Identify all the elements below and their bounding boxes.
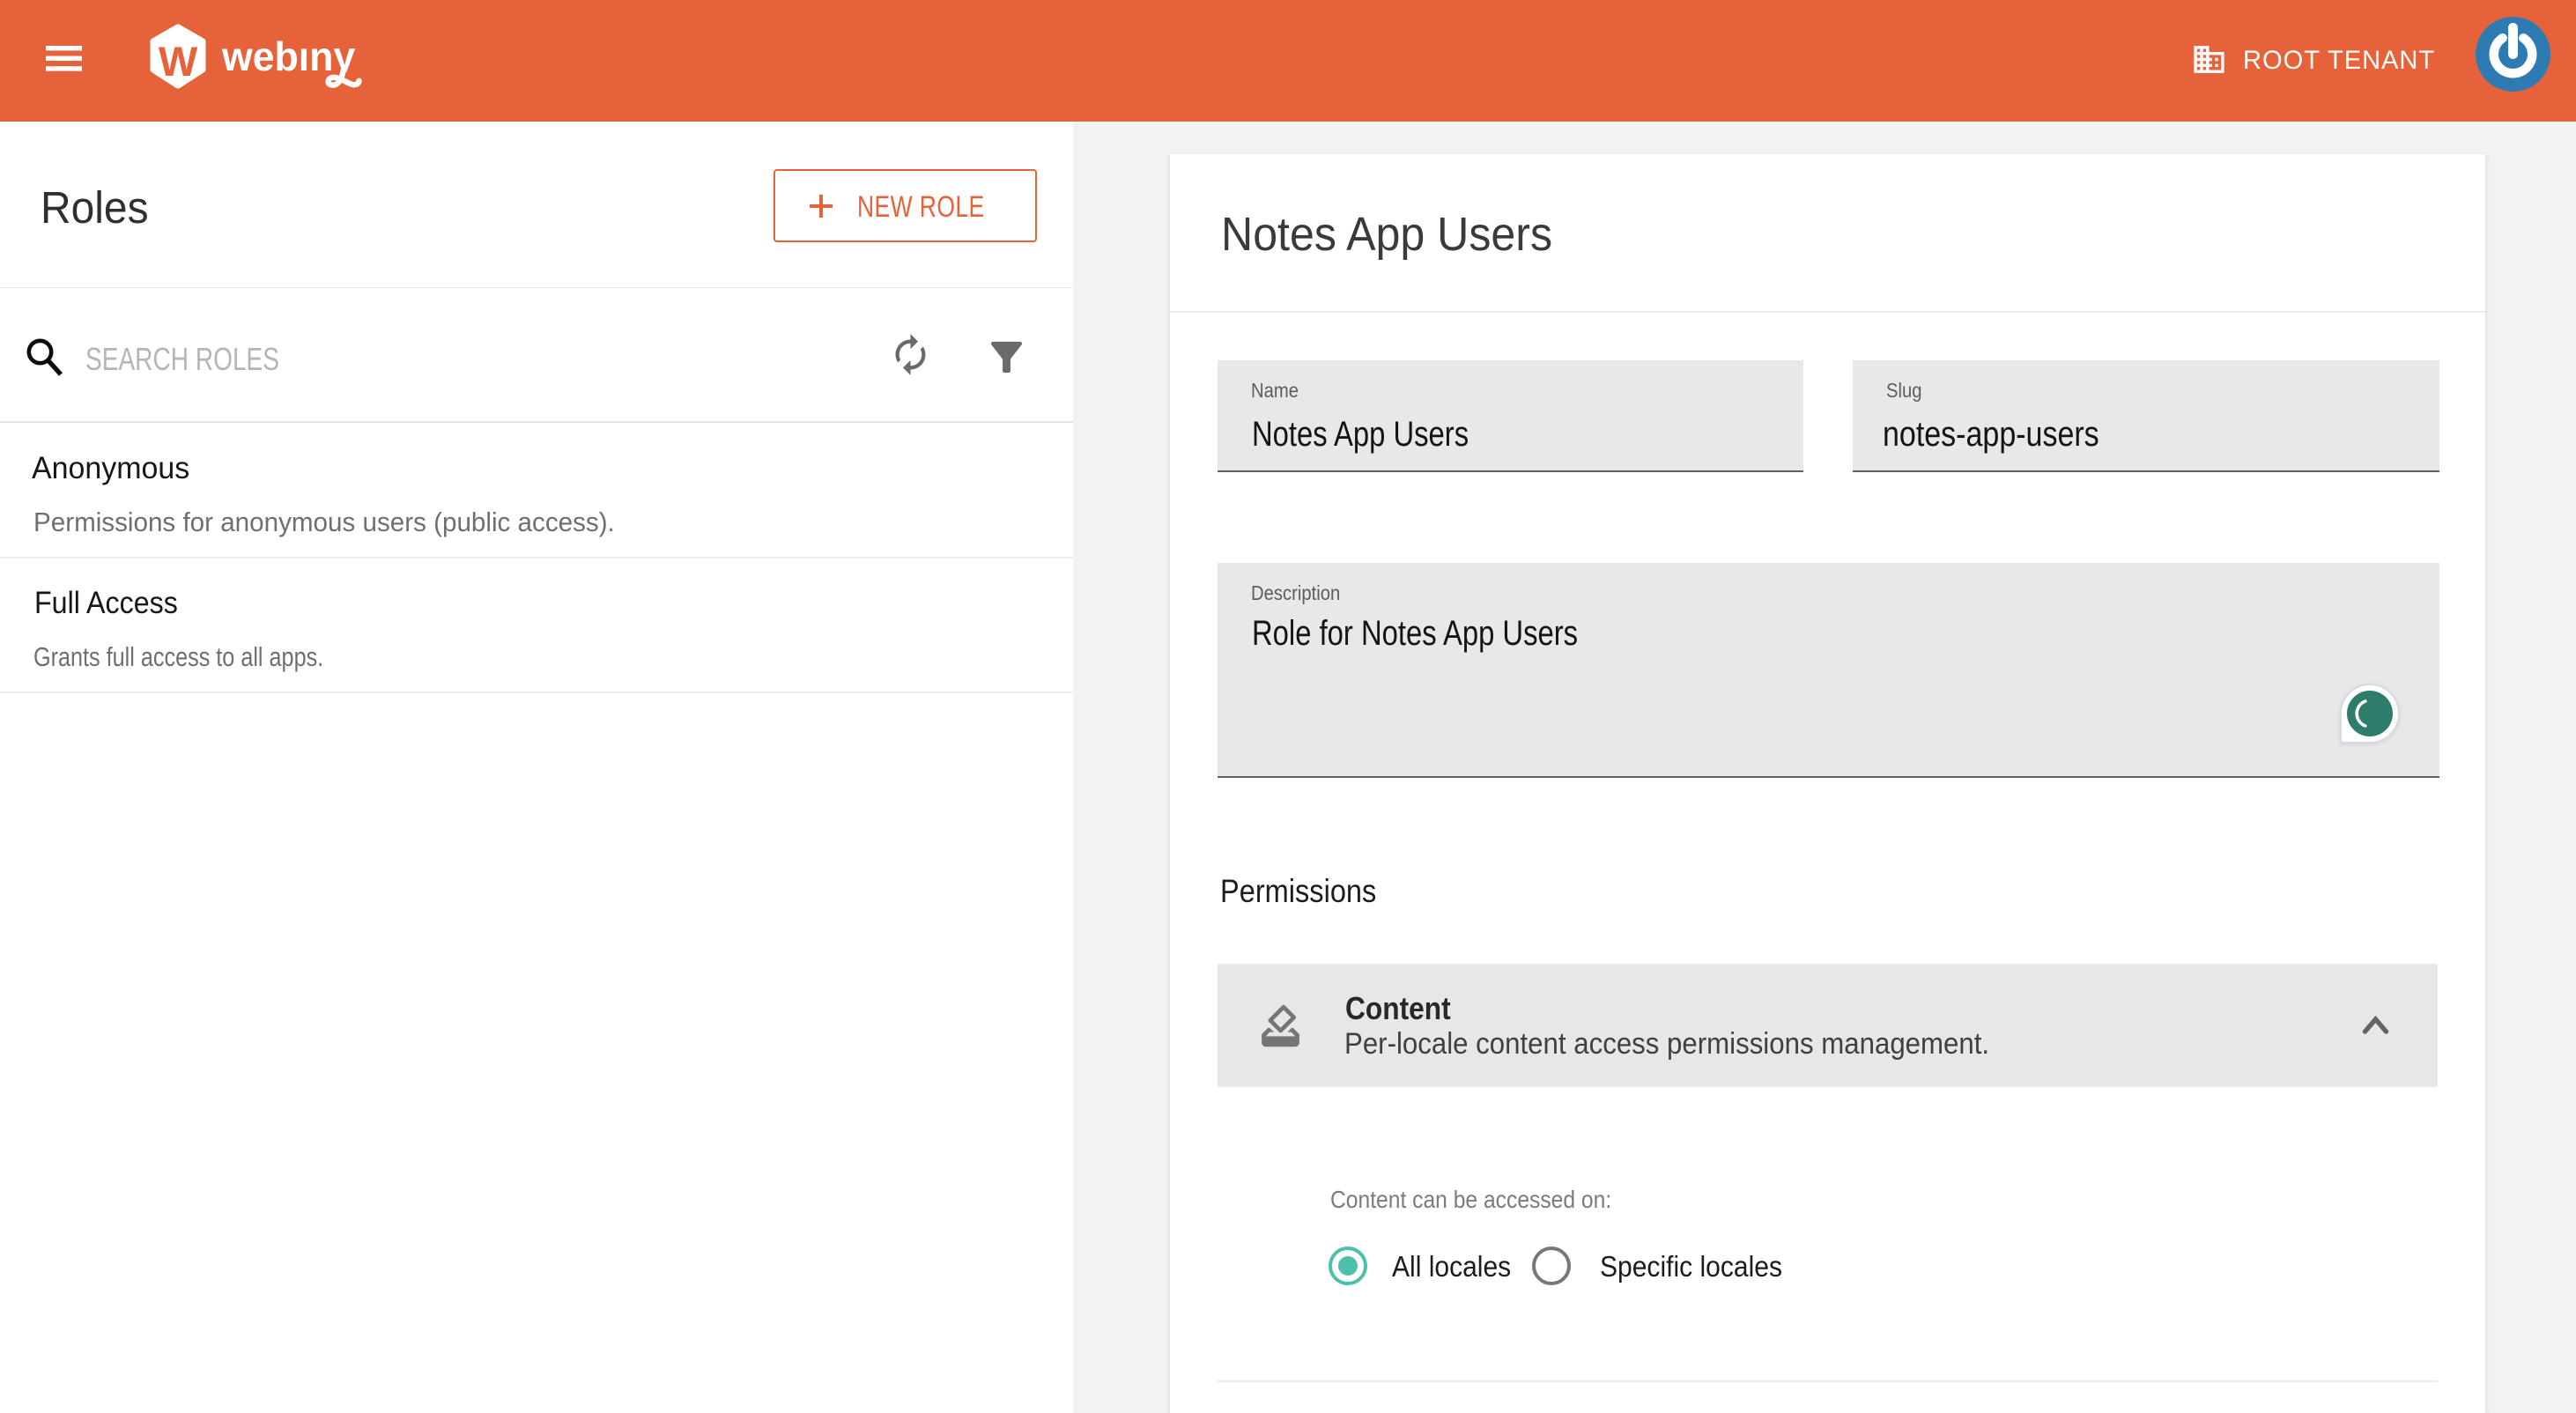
svg-text:W: W (159, 38, 198, 85)
